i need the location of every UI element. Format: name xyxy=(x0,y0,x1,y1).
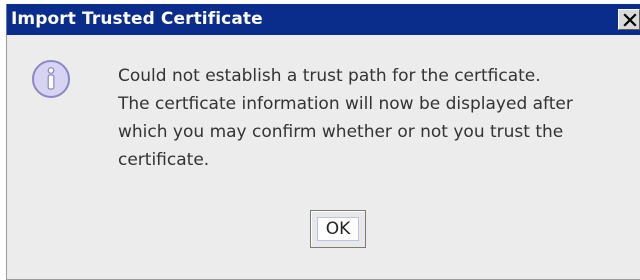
dialog-message: Could not establish a trust path for the… xyxy=(118,62,628,174)
dialog-body: Could not establish a trust path for the… xyxy=(6,35,640,280)
dialog-title: Import Trusted Certificate xyxy=(11,9,263,29)
message-line: certificate. xyxy=(118,150,210,170)
close-icon xyxy=(623,13,637,27)
message-line: Could not establish a trust path for the… xyxy=(118,66,541,86)
title-bar[interactable]: Import Trusted Certificate xyxy=(6,4,640,35)
ok-button-label: OK xyxy=(317,217,359,241)
info-icon xyxy=(32,60,70,98)
ok-button[interactable]: OK xyxy=(310,210,366,248)
import-certificate-dialog: Import Trusted Certificate Could not est… xyxy=(0,0,640,280)
close-button[interactable] xyxy=(618,9,640,30)
message-line: which you may confirm whether or not you… xyxy=(118,122,564,142)
message-line: The certficate information will now be d… xyxy=(118,94,573,114)
